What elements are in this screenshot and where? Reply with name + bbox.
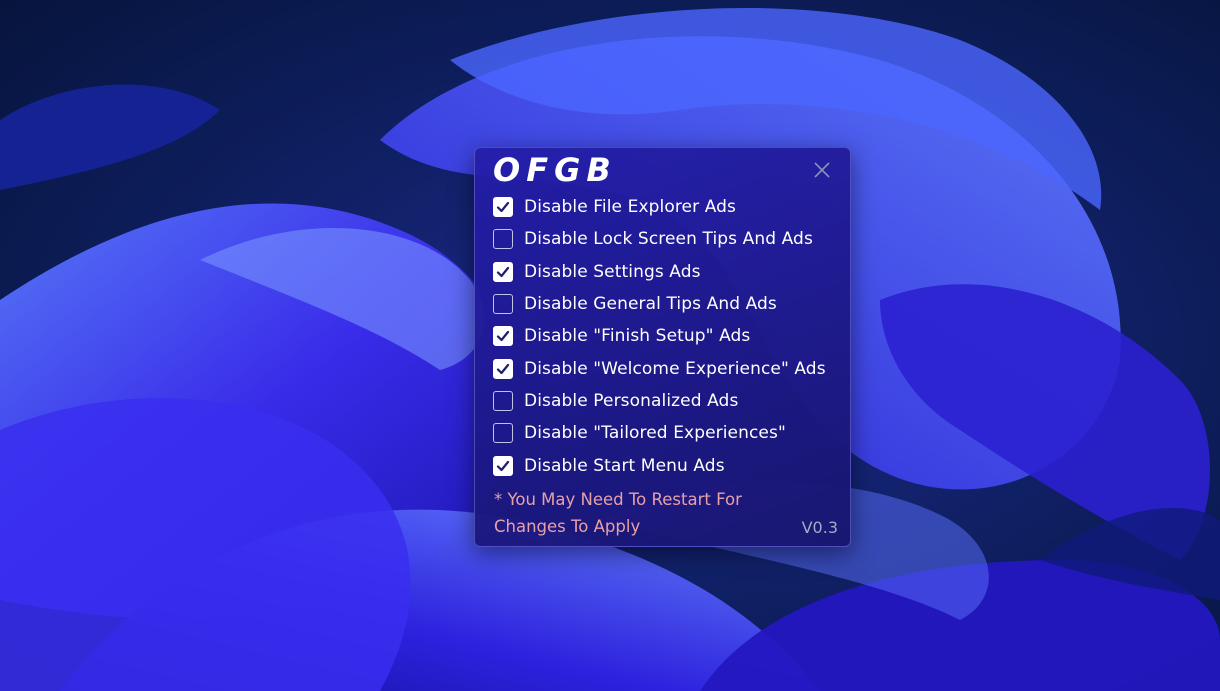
option-label: Disable Lock Screen Tips And Ads: [524, 229, 813, 250]
option-finish-setup-ads[interactable]: Disable "Finish Setup" Ads: [493, 320, 826, 352]
option-tailored-experiences[interactable]: Disable "Tailored Experiences": [493, 417, 826, 449]
option-file-explorer-ads[interactable]: Disable File Explorer Ads: [493, 191, 826, 223]
option-welcome-experience-ads[interactable]: Disable "Welcome Experience" Ads: [493, 352, 826, 384]
app-window: OFGB Disable File Explorer Ads Disable L…: [474, 147, 851, 547]
restart-note: * You May Need To Restart For Changes To…: [494, 490, 742, 536]
close-button[interactable]: [808, 156, 836, 184]
checkbox[interactable]: [493, 423, 513, 444]
checkmark-icon: [496, 363, 510, 374]
option-label: Disable Settings Ads: [524, 261, 701, 282]
option-label: Disable Personalized Ads: [524, 390, 739, 411]
version-label: V0.3: [801, 518, 838, 537]
checkbox[interactable]: [493, 326, 513, 347]
checkbox[interactable]: [493, 229, 513, 250]
app-logo: OFGB: [493, 152, 617, 186]
checkmark-icon: [496, 266, 510, 277]
checkbox[interactable]: [493, 294, 513, 315]
app-title: OFGB: [493, 152, 617, 186]
option-label: Disable General Tips And Ads: [524, 294, 777, 315]
option-label: Disable File Explorer Ads: [524, 197, 736, 218]
options-list: Disable File Explorer Ads Disable Lock S…: [493, 191, 826, 482]
option-start-menu-ads[interactable]: Disable Start Menu Ads: [493, 449, 826, 481]
option-label: Disable "Finish Setup" Ads: [524, 326, 751, 347]
option-settings-ads[interactable]: Disable Settings Ads: [493, 256, 826, 288]
checkbox[interactable]: [493, 358, 513, 379]
close-icon: [814, 162, 830, 178]
checkmark-icon: [496, 331, 510, 342]
checkmark-icon: [496, 202, 510, 213]
checkbox[interactable]: [493, 197, 513, 218]
desktop: OFGB Disable File Explorer Ads Disable L…: [0, 0, 1220, 691]
checkbox[interactable]: [493, 455, 513, 476]
checkbox[interactable]: [493, 261, 513, 282]
option-lock-screen-tips[interactable]: Disable Lock Screen Tips And Ads: [493, 223, 826, 255]
checkbox[interactable]: [493, 390, 513, 411]
option-label: Disable "Tailored Experiences": [524, 423, 786, 444]
option-label: Disable "Welcome Experience" Ads: [524, 358, 826, 379]
checkmark-icon: [496, 460, 510, 471]
option-personalized-ads[interactable]: Disable Personalized Ads: [493, 385, 826, 417]
option-label: Disable Start Menu Ads: [524, 455, 725, 476]
option-general-tips[interactable]: Disable General Tips And Ads: [493, 288, 826, 320]
